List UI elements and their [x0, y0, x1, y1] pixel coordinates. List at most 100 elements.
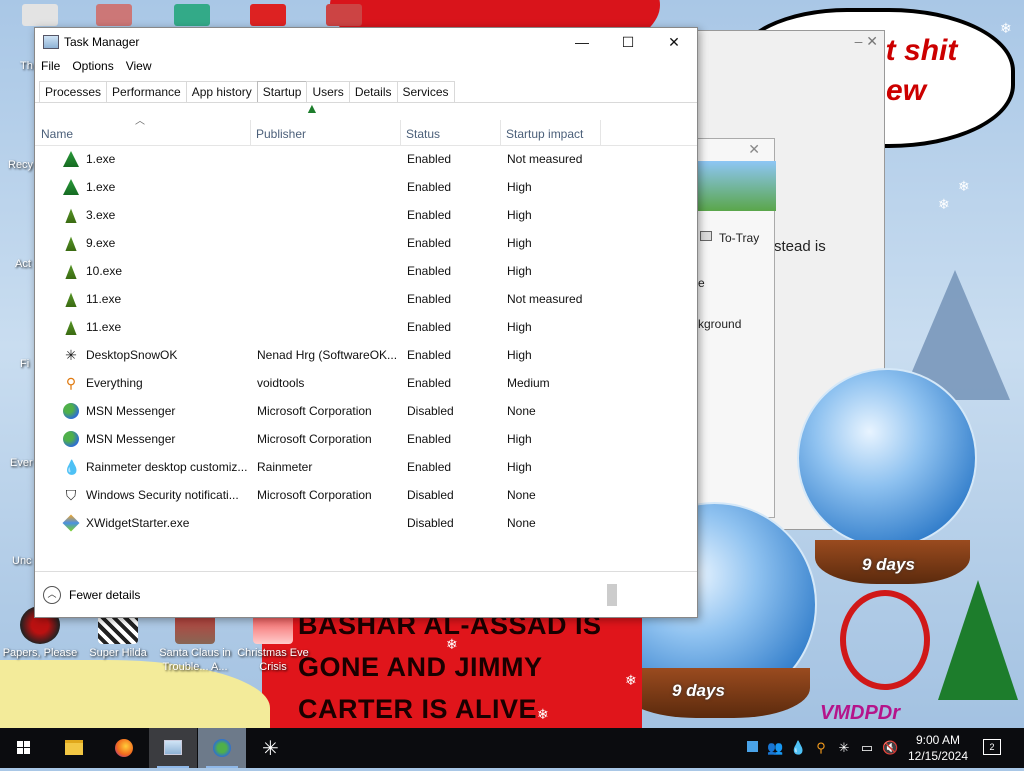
tray-volume-icon[interactable]: 🔇 [882, 740, 898, 756]
snowflake-icon: ❄ [1000, 20, 1012, 36]
tab-services[interactable]: Services [396, 81, 455, 102]
column-header-startup-impact[interactable]: Startup impact [500, 120, 601, 146]
row-name: Rainmeter desktop customiz... [86, 460, 248, 474]
table-row[interactable]: 3.exe Enabled High [35, 201, 697, 229]
desktop-icon-partial[interactable] [326, 4, 362, 26]
menu-view[interactable]: View [120, 56, 158, 78]
table-row[interactable]: MSN Messenger Microsoft Corporation Enable… [35, 425, 697, 453]
row-startup-impact: Medium [507, 376, 550, 390]
disable-button[interactable] [607, 584, 617, 606]
task-manager-icon [164, 740, 182, 755]
row-startup-impact: Not measured [507, 292, 583, 306]
taskbar-desktopsnowok[interactable]: ✳ [248, 728, 296, 768]
small-tree-icon [65, 208, 77, 223]
taskbar-clock[interactable]: 9:00 AM 12/15/2024 [903, 732, 973, 764]
row-status: Enabled [407, 292, 452, 306]
tab-details[interactable]: Details [348, 81, 398, 102]
column-header-name[interactable]: Name [35, 120, 251, 146]
table-row[interactable]: 11.exe Enabled Not measured [35, 285, 697, 313]
notification-center-icon[interactable]: 2 [983, 739, 1001, 755]
row-status: Disabled [407, 516, 454, 530]
desktop-icon-label: Super Hilda [89, 647, 147, 659]
fewer-details-link[interactable]: Fewer details [69, 588, 140, 602]
menu-file[interactable]: File [35, 56, 66, 78]
to-tray-label[interactable]: To-Tray [719, 231, 759, 245]
globe-days-label: 9 days [862, 555, 915, 574]
close-button[interactable]: ✕ [651, 28, 697, 56]
tab-startup[interactable]: Startup [256, 81, 308, 103]
desktop-icon-label-partial[interactable]: Recy [8, 159, 33, 171]
tray-snowflake-icon[interactable]: ✳ [836, 740, 852, 756]
desktop-icon-label-partial[interactable]: Th [20, 60, 33, 72]
tab-performance[interactable]: Performance [106, 81, 187, 102]
table-row[interactable]: MSN Messenger Microsoft Corporation Disabl… [35, 397, 697, 425]
tray-window-icon [700, 231, 712, 241]
close-icon[interactable]: – ✕ [855, 33, 878, 50]
table-row[interactable]: 9.exe Enabled High [35, 229, 697, 257]
table-row[interactable]: ✳ DesktopSnowOK Nenad Hrg (SoftwareOK... En… [35, 341, 697, 369]
messenger-icon [213, 739, 231, 757]
table-row[interactable]: 11.exe Enabled High [35, 313, 697, 341]
column-header-status[interactable]: Status [400, 120, 501, 146]
taskbar: ✳ 👥 💧 ⚲ ✳ ▭ 🔇 9:00 AM 12/15/2024 2 [0, 728, 1024, 768]
row-status: Enabled [407, 208, 452, 222]
minimize-button[interactable]: — [559, 28, 605, 56]
tab-app-history[interactable]: App history [185, 81, 258, 102]
table-row[interactable]: 1.exe Enabled High [35, 173, 697, 201]
chevron-up-icon[interactable]: ︿ [43, 586, 61, 604]
taskbar-msn-messenger[interactable] [198, 728, 246, 768]
row-name: 11.exe [86, 320, 122, 334]
row-status: Enabled [407, 152, 452, 166]
row-status: Disabled [407, 488, 454, 502]
desktop-icon-partial[interactable] [250, 4, 286, 26]
menu-options[interactable]: Options [66, 56, 119, 78]
table-row[interactable]: ⚲ Everything voidtools Enabled Medium [35, 369, 697, 397]
column-header-publisher[interactable]: Publisher [250, 120, 401, 146]
table-row[interactable]: XWidgetStarter.exe Disabled None [35, 509, 697, 537]
tab-strip: Processes Performance App history Startu… [39, 81, 455, 103]
table-row[interactable]: 10.exe Enabled High [35, 257, 697, 285]
row-publisher: Microsoft Corporation [257, 488, 372, 502]
start-button[interactable] [0, 728, 48, 768]
tab-divider [35, 102, 697, 103]
christmas-tree [938, 580, 1018, 700]
row-startup-impact: High [507, 208, 532, 222]
snowflake-icon: ❄ [625, 672, 637, 688]
banner-line: CARTER IS ALIVE [298, 694, 538, 724]
row-name: MSN Messenger [86, 404, 176, 418]
maximize-button[interactable]: ☐ [605, 28, 651, 56]
desktop-icon-partial[interactable] [22, 4, 58, 26]
tab-processes[interactable]: Processes [39, 81, 108, 102]
taskbar-file-explorer[interactable] [50, 728, 98, 768]
tray-raindrop-icon[interactable]: 💧 [790, 740, 806, 756]
tray-network-icon[interactable]: ▭ [859, 740, 875, 756]
tray-square-icon[interactable] [744, 740, 760, 756]
background-text: e [698, 276, 705, 290]
window-title: Task Manager [64, 35, 140, 49]
row-name: MSN Messenger [86, 432, 176, 446]
table-row[interactable]: 1.exe Enabled Not measured [35, 145, 697, 173]
background-text: stead is [774, 238, 826, 255]
globe-days-label: 9 days [672, 681, 725, 700]
tray-search-icon[interactable]: ⚲ [813, 740, 829, 756]
tray-messenger-icon[interactable]: 👥 [767, 740, 783, 756]
desktop-icon-label-partial[interactable]: Unc [12, 555, 32, 567]
tab-users[interactable]: Users [306, 81, 350, 102]
desktop-icon-label-partial[interactable]: Act [15, 258, 31, 270]
messenger-icon [63, 431, 79, 447]
desktop-icon-partial[interactable] [96, 4, 132, 26]
desktop-icon-label-partial[interactable]: Ever [10, 457, 33, 469]
desktop-icon-label-partial[interactable]: Fi [20, 358, 29, 370]
snowflake-icon: ✳ [262, 738, 279, 760]
close-icon[interactable]: ✕ [748, 141, 760, 158]
desktop-icon-partial[interactable] [174, 4, 210, 26]
table-row[interactable]: 💧 Rainmeter desktop customiz... Rainmeter E… [35, 453, 697, 481]
taskbar-firefox[interactable] [100, 728, 148, 768]
xwidget-icon [62, 514, 80, 532]
row-status: Enabled [407, 180, 452, 194]
title-bar[interactable]: Task Manager — ☐ ✕ [35, 28, 697, 56]
taskbar-task-manager[interactable] [149, 728, 197, 768]
task-manager-window[interactable]: Task Manager — ☐ ✕ File Options View Pro… [34, 27, 698, 618]
row-name: DesktopSnowOK [86, 348, 178, 362]
table-row[interactable]: ⛉ Windows Security notificati... Microsoft… [35, 481, 697, 509]
